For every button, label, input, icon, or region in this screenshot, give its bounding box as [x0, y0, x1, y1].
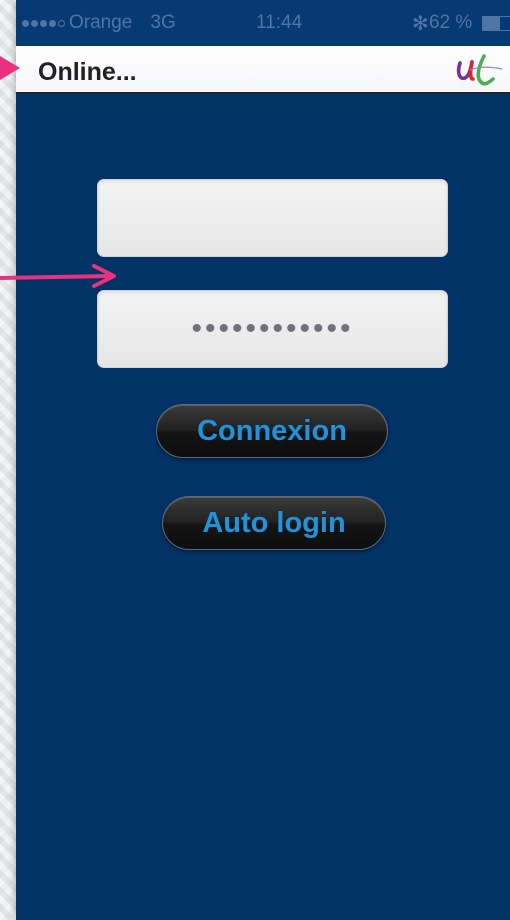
navigation-bar: Online...	[16, 46, 510, 94]
auto-login-button[interactable]: Auto login	[162, 496, 386, 550]
annotation-arrow-icon	[0, 56, 20, 80]
username-field[interactable]	[97, 179, 448, 257]
network-type: 3G	[150, 12, 176, 33]
carrier-label: Orange	[69, 12, 133, 33]
status-bar: Orange 3G 11:44 ✻ 62 %	[16, 0, 510, 46]
bluetooth-icon: ✻	[412, 12, 429, 35]
connexion-button[interactable]: Connexion	[156, 404, 388, 458]
signal-strength-icon	[22, 19, 65, 27]
battery-percentage: 62 %	[429, 12, 473, 33]
clock: 11:44	[256, 12, 303, 33]
annotation-arrow-icon	[0, 264, 116, 288]
battery-icon	[482, 16, 510, 31]
ul-logo-icon	[454, 52, 504, 93]
password-field[interactable]: ••••••••••••	[97, 290, 448, 368]
page-title: Online...	[38, 58, 137, 86]
app-screen: Orange 3G 11:44 ✻ 62 % Online... •••••••…	[16, 0, 510, 920]
